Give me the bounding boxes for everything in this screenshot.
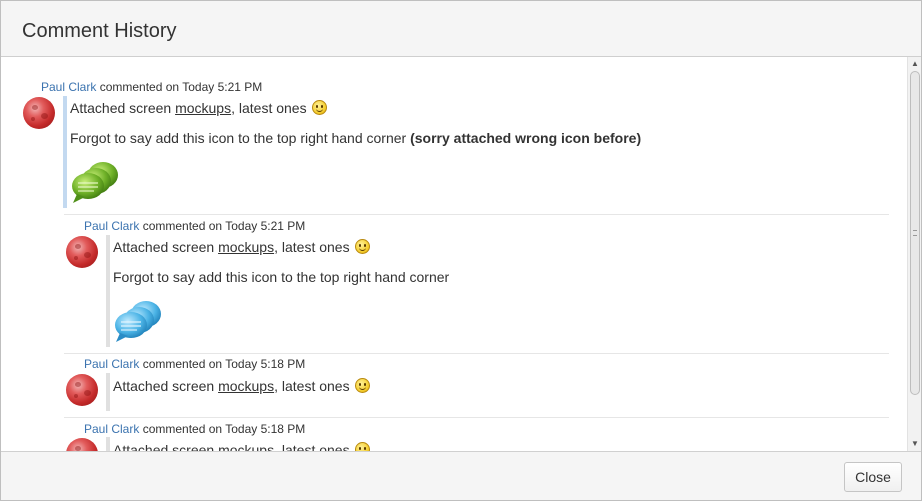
avatar[interactable] <box>23 97 55 129</box>
close-button[interactable]: Close <box>844 462 902 492</box>
mockups-link[interactable]: mockups <box>175 100 231 116</box>
comment-author-link[interactable]: Paul Clark <box>84 357 139 371</box>
comment-history-dialog: Comment History Paul Clark commented on … <box>0 0 922 501</box>
mockups-link[interactable]: mockups <box>218 239 274 255</box>
dialog-header: Comment History <box>1 1 921 57</box>
comment-time: Today 5:21 PM <box>225 219 306 233</box>
comment-header: Paul Clark commented on Today 5:18 PM <box>84 422 305 436</box>
smiley-icon <box>355 442 371 451</box>
comment-text-line: Forgot to say add this icon to the top r… <box>113 269 450 285</box>
blue-chat-bubbles-icon[interactable] <box>112 296 164 344</box>
comment-text-line: Forgot to say add this icon to the top r… <box>70 130 642 146</box>
comment-text-line: Attached screen mockups, latest ones <box>113 442 371 451</box>
comment-action: commented on <box>142 219 223 233</box>
scroll-down-arrow-icon[interactable]: ▼ <box>910 439 920 449</box>
comment-header: Paul Clark commented on Today 5:18 PM <box>84 357 305 371</box>
smiley-icon <box>355 239 371 254</box>
comment-bar <box>106 437 110 451</box>
comment-time: Today 5:18 PM <box>225 422 306 436</box>
avatar[interactable] <box>66 374 98 406</box>
comment-header: Paul Clark commented on Today 5:21 PM <box>84 219 305 233</box>
comment-action: commented on <box>99 80 180 94</box>
comment-bar <box>106 235 110 347</box>
comment-time: Today 5:21 PM <box>182 80 263 94</box>
comment-divider <box>64 417 889 418</box>
dialog-title: Comment History <box>22 20 177 42</box>
comment-action: commented on <box>142 422 223 436</box>
comment-divider <box>64 214 889 215</box>
comment-author-link[interactable]: Paul Clark <box>84 219 139 233</box>
avatar[interactable] <box>66 236 98 268</box>
comment-text-line: Attached screen mockups, latest ones <box>113 239 371 256</box>
mockups-link[interactable]: mockups <box>218 378 274 394</box>
comment-bar <box>63 96 67 208</box>
avatar[interactable] <box>66 438 98 451</box>
comment-author-link[interactable]: Paul Clark <box>84 422 139 436</box>
scroll-up-arrow-icon[interactable]: ▲ <box>910 59 920 69</box>
comment-bar <box>106 373 110 411</box>
dialog-footer: Close <box>1 451 921 500</box>
comment-text-line: Attached screen mockups, latest ones <box>70 100 328 117</box>
grip-icon <box>913 230 917 236</box>
smiley-icon <box>355 378 371 393</box>
comment-author-link[interactable]: Paul Clark <box>41 80 96 94</box>
smiley-icon <box>312 100 328 115</box>
vertical-scrollbar[interactable]: ▲ ▼ <box>907 57 921 451</box>
mockups-link[interactable]: mockups <box>218 442 274 451</box>
comment-action: commented on <box>142 357 223 371</box>
green-chat-bubbles-icon[interactable] <box>69 157 121 205</box>
comment-divider <box>64 353 889 354</box>
comment-time: Today 5:18 PM <box>225 357 306 371</box>
comment-header: Paul Clark commented on Today 5:21 PM <box>41 80 262 94</box>
comment-text-line: Attached screen mockups, latest ones <box>113 378 371 395</box>
dialog-body[interactable]: Paul Clark commented on Today 5:21 PM At… <box>1 57 921 451</box>
scrollbar-thumb[interactable] <box>910 71 920 395</box>
